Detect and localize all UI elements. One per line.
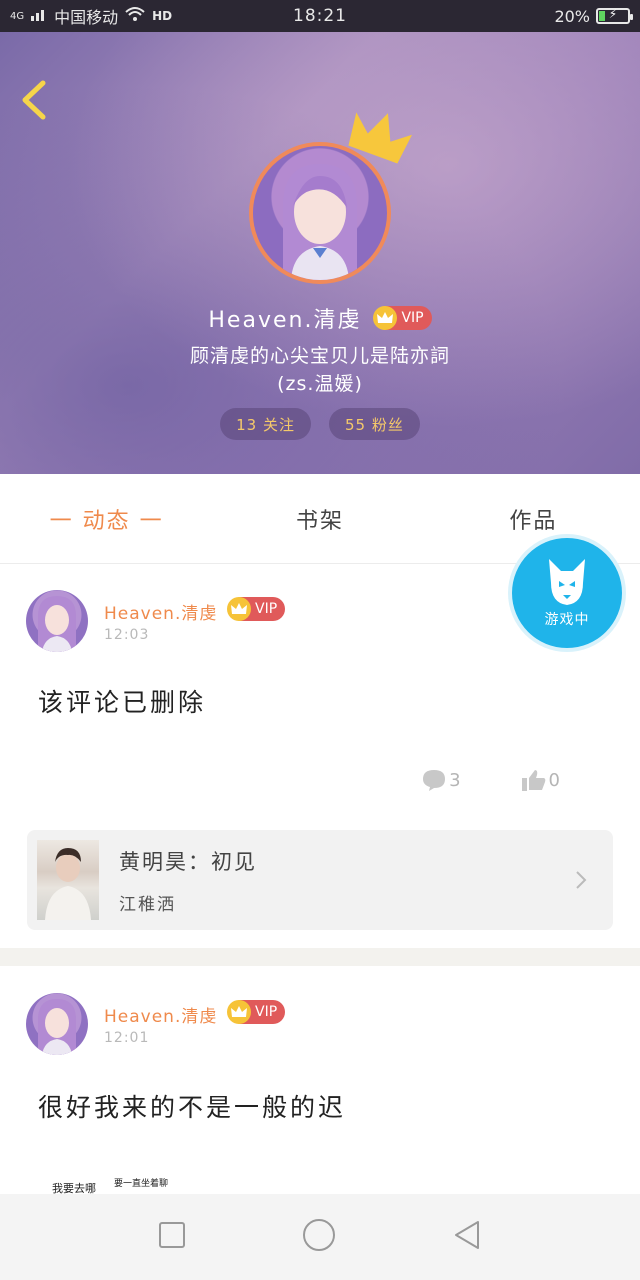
vip-label: VIP [401,310,424,326]
back-nav-button[interactable] [452,1219,482,1255]
profile-header: Heaven.清虔 VIP 顾清虔的心尖宝贝儿是陆亦詞 (zs.温媛) 13 关… [0,32,640,474]
carrier-label: 中国移动 [54,8,119,27]
battery-percent: 20% [554,6,590,26]
signal-icon [30,6,48,26]
tab-bookshelf[interactable]: 书架 [213,474,426,563]
battery-icon: ⚡ [596,7,633,24]
vip-crown-icon [373,306,398,330]
post-vip-badge: VIP [227,1000,286,1024]
hd-label: HD [152,9,173,23]
post-time: 12:03 [104,627,150,643]
book-card[interactable]: 黄明昊：初见 江稚洒 [27,830,613,930]
post-avatar[interactable] [26,993,88,1055]
vip-crown-icon [227,1000,251,1024]
comment-button[interactable]: 3 [421,768,461,792]
wifi-icon [124,6,146,26]
post-image-text-1: 我要去哪 [52,1182,96,1194]
recent-apps-button[interactable] [158,1221,186,1253]
post-content: 很好我来的不是一般的迟 [38,1093,347,1122]
status-bar: 4G 中国移动 HD 18:21 20% ⚡ [0,0,640,32]
post-author-name[interactable]: Heaven.清虔 [104,1002,217,1027]
back-button[interactable] [14,78,54,122]
chevron-right-icon [576,871,587,889]
game-label: 游戏中 [544,612,590,628]
clock: 18:21 [293,6,347,26]
followers-button[interactable]: 55 粉丝 [329,408,420,440]
circle-icon [303,1219,335,1251]
post-image-text-2: 要一直坐着聊 [114,1179,169,1189]
following-button[interactable]: 13 关注 [220,408,311,440]
chevron-left-icon [22,80,46,120]
profile-signature: 顾清虔的心尖宝贝儿是陆亦詞 (zs.温媛) [0,342,640,398]
vip-label: VIP [255,601,278,617]
vip-label: VIP [255,1004,278,1020]
post-stats: 3 0 [421,768,560,792]
post-vip-badge: VIP [227,597,286,621]
section-divider [0,948,640,966]
signature-line-2: (zs.温媛) [277,373,363,395]
like-count: 0 [548,769,560,791]
profile-name: Heaven.清虔 [208,308,362,333]
like-button[interactable]: 0 [521,768,560,792]
crown-icon [348,112,413,164]
signature-line-1: 顾清虔的心尖宝贝儿是陆亦詞 [189,345,450,367]
network-label: 4G [10,10,25,22]
profile-name-row: Heaven.清虔 VIP [0,302,640,334]
book-author: 江稚洒 [119,895,176,915]
post-author-name[interactable]: Heaven.清虔 [104,599,217,624]
square-icon [159,1222,185,1248]
post-image[interactable]: 我要去哪 要一直坐着聊 [52,1160,232,1194]
comment-icon [423,770,446,791]
post-content: 该评论已删除 [38,688,207,717]
profile-avatar-container[interactable] [249,112,413,284]
book-title: 黄明昊：初见 [119,850,257,874]
vip-badge[interactable]: VIP [373,306,432,330]
thumbs-up-icon [521,770,545,791]
game-floating-button[interactable]: 游戏中 [512,538,622,648]
system-nav-bar [0,1194,640,1280]
home-button[interactable] [302,1218,336,1256]
tab-feed[interactable]: 一 动态 一 [0,474,213,563]
vip-crown-icon [227,597,251,621]
follow-stats: 13 关注 55 粉丝 [0,408,640,440]
book-cover [37,840,99,920]
post-avatar[interactable] [26,590,88,652]
triangle-back-icon [455,1221,479,1249]
wolf-icon [549,559,585,605]
post-time: 12:01 [104,1030,150,1046]
comment-count: 3 [449,769,461,791]
